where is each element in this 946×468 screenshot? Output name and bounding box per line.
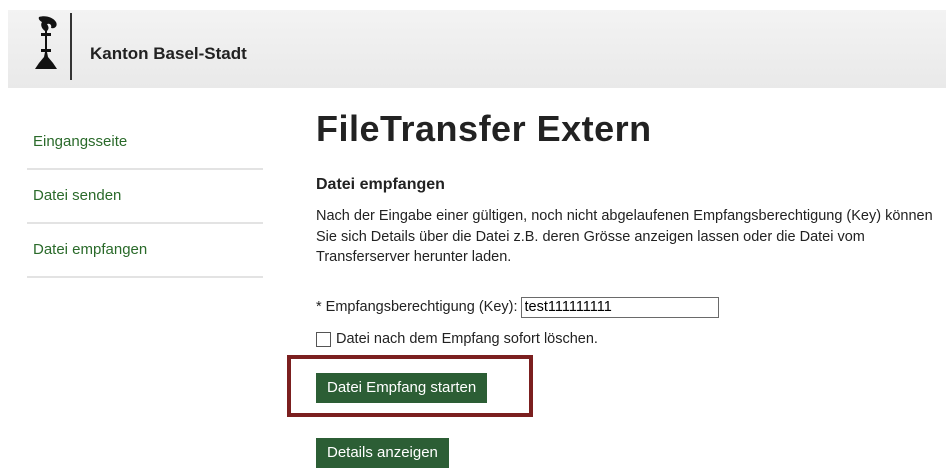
sidebar-item-datei-senden[interactable]: Datei senden — [27, 170, 263, 224]
key-label: * Empfangsberechtigung (Key): — [316, 299, 518, 315]
delete-after-receive-row: Datei nach dem Empfang sofort löschen. — [316, 330, 598, 348]
sidebar-item-eingangsseite[interactable]: Eingangsseite — [27, 116, 263, 170]
key-input[interactable] — [520, 296, 719, 318]
highlight-frame — [287, 355, 533, 417]
sidebar-item-datei-empfangen[interactable]: Datei empfangen — [27, 224, 263, 278]
header-divider — [70, 13, 72, 80]
delete-after-receive-checkbox[interactable] — [316, 331, 331, 347]
sidebar-nav: Eingangsseite Datei senden Datei empfang… — [27, 116, 263, 278]
key-field-row: * Empfangsberechtigung (Key): — [316, 296, 719, 318]
section-title: Datei empfangen — [316, 176, 445, 193]
page-title: FileTransfer Extern — [316, 108, 652, 149]
delete-after-receive-label[interactable]: Datei nach dem Empfang sofort löschen. — [336, 331, 598, 347]
description-text: Nach der Eingabe einer gültigen, noch ni… — [316, 208, 933, 265]
site-title[interactable]: Kanton Basel-Stadt — [90, 44, 247, 64]
basel-staff-logo-icon[interactable] — [31, 15, 61, 71]
show-details-button[interactable]: Details anzeigen — [316, 438, 449, 468]
